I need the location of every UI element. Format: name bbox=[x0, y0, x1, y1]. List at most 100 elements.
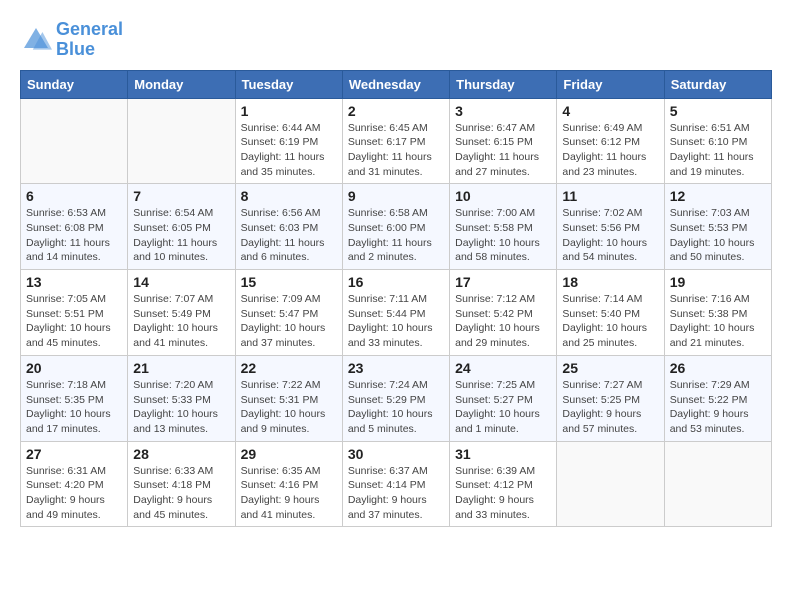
day-number: 1 bbox=[241, 103, 337, 119]
day-number: 31 bbox=[455, 446, 551, 462]
day-number: 9 bbox=[348, 188, 444, 204]
week-row-5: 27 Sunrise: 6:31 AM Sunset: 4:20 PM Dayli… bbox=[21, 441, 772, 527]
day-number: 5 bbox=[670, 103, 766, 119]
day-info: Sunrise: 7:09 AM Sunset: 5:47 PM Dayligh… bbox=[241, 292, 337, 351]
day-number: 12 bbox=[670, 188, 766, 204]
calendar-cell: 25Sunrise: 7:27 AM Sunset: 5:25 PM Dayli… bbox=[557, 355, 664, 441]
day-info: Sunrise: 7:22 AM Sunset: 5:31 PM Dayligh… bbox=[241, 378, 337, 437]
day-info: Sunrise: 7:25 AM Sunset: 5:27 PM Dayligh… bbox=[455, 378, 551, 437]
weekday-header-saturday: Saturday bbox=[664, 70, 771, 98]
day-number: 11 bbox=[562, 188, 658, 204]
calendar-cell: 30 Sunrise: 6:37 AM Sunset: 4:14 PM Dayli… bbox=[342, 441, 449, 527]
day-info: Sunrise: 7:29 AM Sunset: 5:22 PM Dayligh… bbox=[670, 378, 766, 437]
week-row-4: 20 Sunrise: 7:18 AM Sunset: 5:35 PM Dayli… bbox=[21, 355, 772, 441]
calendar-cell: 28 Sunrise: 6:33 AM Sunset: 4:18 PM Dayli… bbox=[128, 441, 235, 527]
day-info: Sunrise: 7:14 AM Sunset: 5:40 PM Dayligh… bbox=[562, 292, 658, 351]
weekday-header-thursday: Thursday bbox=[450, 70, 557, 98]
day-number: 19 bbox=[670, 274, 766, 290]
day-info: Sunrise: 7:03 AM Sunset: 5:53 PM Dayligh… bbox=[670, 206, 766, 265]
day-info: Sunrise: 6:51 AM Sunset: 6:10 PM Dayligh… bbox=[670, 121, 766, 180]
calendar-cell bbox=[557, 441, 664, 527]
calendar-cell: 17 Sunrise: 7:12 AM Sunset: 5:42 PM Dayli… bbox=[450, 270, 557, 356]
day-info: Sunrise: 7:07 AM Sunset: 5:49 PM Dayligh… bbox=[133, 292, 229, 351]
day-info: Sunrise: 6:53 AM Sunset: 6:08 PM Dayligh… bbox=[26, 206, 122, 265]
day-info: Sunrise: 6:45 AM Sunset: 6:17 PM Dayligh… bbox=[348, 121, 444, 180]
day-info: Sunrise: 7:24 AM Sunset: 5:29 PM Dayligh… bbox=[348, 378, 444, 437]
calendar-cell: 3Sunrise: 6:47 AM Sunset: 6:15 PM Daylig… bbox=[450, 98, 557, 184]
calendar-cell: 19 Sunrise: 7:16 AM Sunset: 5:38 PM Dayli… bbox=[664, 270, 771, 356]
calendar-cell: 4Sunrise: 6:49 AM Sunset: 6:12 PM Daylig… bbox=[557, 98, 664, 184]
calendar-cell: 9 Sunrise: 6:58 AM Sunset: 6:00 PM Daylig… bbox=[342, 184, 449, 270]
day-info: Sunrise: 6:56 AM Sunset: 6:03 PM Dayligh… bbox=[241, 206, 337, 265]
day-number: 13 bbox=[26, 274, 122, 290]
logo: General Blue bbox=[20, 20, 123, 60]
day-number: 3 bbox=[455, 103, 551, 119]
day-info: Sunrise: 7:05 AM Sunset: 5:51 PM Dayligh… bbox=[26, 292, 122, 351]
calendar-cell: 21 Sunrise: 7:20 AM Sunset: 5:33 PM Dayli… bbox=[128, 355, 235, 441]
day-number: 16 bbox=[348, 274, 444, 290]
day-number: 7 bbox=[133, 188, 229, 204]
day-number: 22 bbox=[241, 360, 337, 376]
day-info: Sunrise: 7:00 AM Sunset: 5:58 PM Dayligh… bbox=[455, 206, 551, 265]
day-number: 21 bbox=[133, 360, 229, 376]
calendar-cell: 15 Sunrise: 7:09 AM Sunset: 5:47 PM Dayli… bbox=[235, 270, 342, 356]
day-info: Sunrise: 6:58 AM Sunset: 6:00 PM Dayligh… bbox=[348, 206, 444, 265]
day-number: 8 bbox=[241, 188, 337, 204]
day-info: Sunrise: 6:44 AM Sunset: 6:19 PM Dayligh… bbox=[241, 121, 337, 180]
day-number: 6 bbox=[26, 188, 122, 204]
day-info: Sunrise: 6:31 AM Sunset: 4:20 PM Dayligh… bbox=[26, 464, 122, 523]
calendar-table: SundayMondayTuesdayWednesdayThursdayFrid… bbox=[20, 70, 772, 528]
calendar-cell: 10 Sunrise: 7:00 AM Sunset: 5:58 PM Dayli… bbox=[450, 184, 557, 270]
day-info: Sunrise: 7:02 AM Sunset: 5:56 PM Dayligh… bbox=[562, 206, 658, 265]
calendar-cell: 5 Sunrise: 6:51 AM Sunset: 6:10 PM Daylig… bbox=[664, 98, 771, 184]
calendar-cell: 7 Sunrise: 6:54 AM Sunset: 6:05 PM Daylig… bbox=[128, 184, 235, 270]
day-number: 15 bbox=[241, 274, 337, 290]
calendar-cell: 20 Sunrise: 7:18 AM Sunset: 5:35 PM Dayli… bbox=[21, 355, 128, 441]
day-number: 4 bbox=[562, 103, 658, 119]
weekday-header-tuesday: Tuesday bbox=[235, 70, 342, 98]
day-number: 17 bbox=[455, 274, 551, 290]
page-header: General Blue bbox=[20, 20, 772, 60]
calendar-cell: 11 Sunrise: 7:02 AM Sunset: 5:56 PM Dayli… bbox=[557, 184, 664, 270]
day-info: Sunrise: 6:39 AM Sunset: 4:12 PM Dayligh… bbox=[455, 464, 551, 523]
calendar-cell: 27 Sunrise: 6:31 AM Sunset: 4:20 PM Dayli… bbox=[21, 441, 128, 527]
logo-icon bbox=[20, 24, 52, 56]
day-info: Sunrise: 6:54 AM Sunset: 6:05 PM Dayligh… bbox=[133, 206, 229, 265]
calendar-cell: 23Sunrise: 7:24 AM Sunset: 5:29 PM Dayli… bbox=[342, 355, 449, 441]
week-row-1: 1 Sunrise: 6:44 AM Sunset: 6:19 PM Daylig… bbox=[21, 98, 772, 184]
day-info: Sunrise: 6:37 AM Sunset: 4:14 PM Dayligh… bbox=[348, 464, 444, 523]
day-info: Sunrise: 7:12 AM Sunset: 5:42 PM Dayligh… bbox=[455, 292, 551, 351]
day-number: 30 bbox=[348, 446, 444, 462]
day-info: Sunrise: 7:16 AM Sunset: 5:38 PM Dayligh… bbox=[670, 292, 766, 351]
day-info: Sunrise: 7:18 AM Sunset: 5:35 PM Dayligh… bbox=[26, 378, 122, 437]
day-number: 27 bbox=[26, 446, 122, 462]
week-row-3: 13 Sunrise: 7:05 AM Sunset: 5:51 PM Dayli… bbox=[21, 270, 772, 356]
weekday-header-friday: Friday bbox=[557, 70, 664, 98]
calendar-cell: 8 Sunrise: 6:56 AM Sunset: 6:03 PM Daylig… bbox=[235, 184, 342, 270]
calendar-cell bbox=[21, 98, 128, 184]
day-number: 18 bbox=[562, 274, 658, 290]
calendar-cell: 31 Sunrise: 6:39 AM Sunset: 4:12 PM Dayli… bbox=[450, 441, 557, 527]
day-info: Sunrise: 7:11 AM Sunset: 5:44 PM Dayligh… bbox=[348, 292, 444, 351]
calendar-cell: 13 Sunrise: 7:05 AM Sunset: 5:51 PM Dayli… bbox=[21, 270, 128, 356]
calendar-cell: 22 Sunrise: 7:22 AM Sunset: 5:31 PM Dayli… bbox=[235, 355, 342, 441]
day-number: 20 bbox=[26, 360, 122, 376]
weekday-header-wednesday: Wednesday bbox=[342, 70, 449, 98]
day-number: 29 bbox=[241, 446, 337, 462]
weekday-header-sunday: Sunday bbox=[21, 70, 128, 98]
calendar-cell: 18 Sunrise: 7:14 AM Sunset: 5:40 PM Dayli… bbox=[557, 270, 664, 356]
day-info: Sunrise: 6:35 AM Sunset: 4:16 PM Dayligh… bbox=[241, 464, 337, 523]
calendar-cell: 26 Sunrise: 7:29 AM Sunset: 5:22 PM Dayli… bbox=[664, 355, 771, 441]
day-number: 10 bbox=[455, 188, 551, 204]
day-info: Sunrise: 6:33 AM Sunset: 4:18 PM Dayligh… bbox=[133, 464, 229, 523]
weekday-header-row: SundayMondayTuesdayWednesdayThursdayFrid… bbox=[21, 70, 772, 98]
calendar-cell: 16 Sunrise: 7:11 AM Sunset: 5:44 PM Dayli… bbox=[342, 270, 449, 356]
calendar-cell: 12 Sunrise: 7:03 AM Sunset: 5:53 PM Dayli… bbox=[664, 184, 771, 270]
day-info: Sunrise: 7:20 AM Sunset: 5:33 PM Dayligh… bbox=[133, 378, 229, 437]
week-row-2: 6 Sunrise: 6:53 AM Sunset: 6:08 PM Daylig… bbox=[21, 184, 772, 270]
calendar-cell: 14Sunrise: 7:07 AM Sunset: 5:49 PM Dayli… bbox=[128, 270, 235, 356]
day-number: 28 bbox=[133, 446, 229, 462]
day-info: Sunrise: 7:27 AM Sunset: 5:25 PM Dayligh… bbox=[562, 378, 658, 437]
day-number: 2 bbox=[348, 103, 444, 119]
day-number: 26 bbox=[670, 360, 766, 376]
